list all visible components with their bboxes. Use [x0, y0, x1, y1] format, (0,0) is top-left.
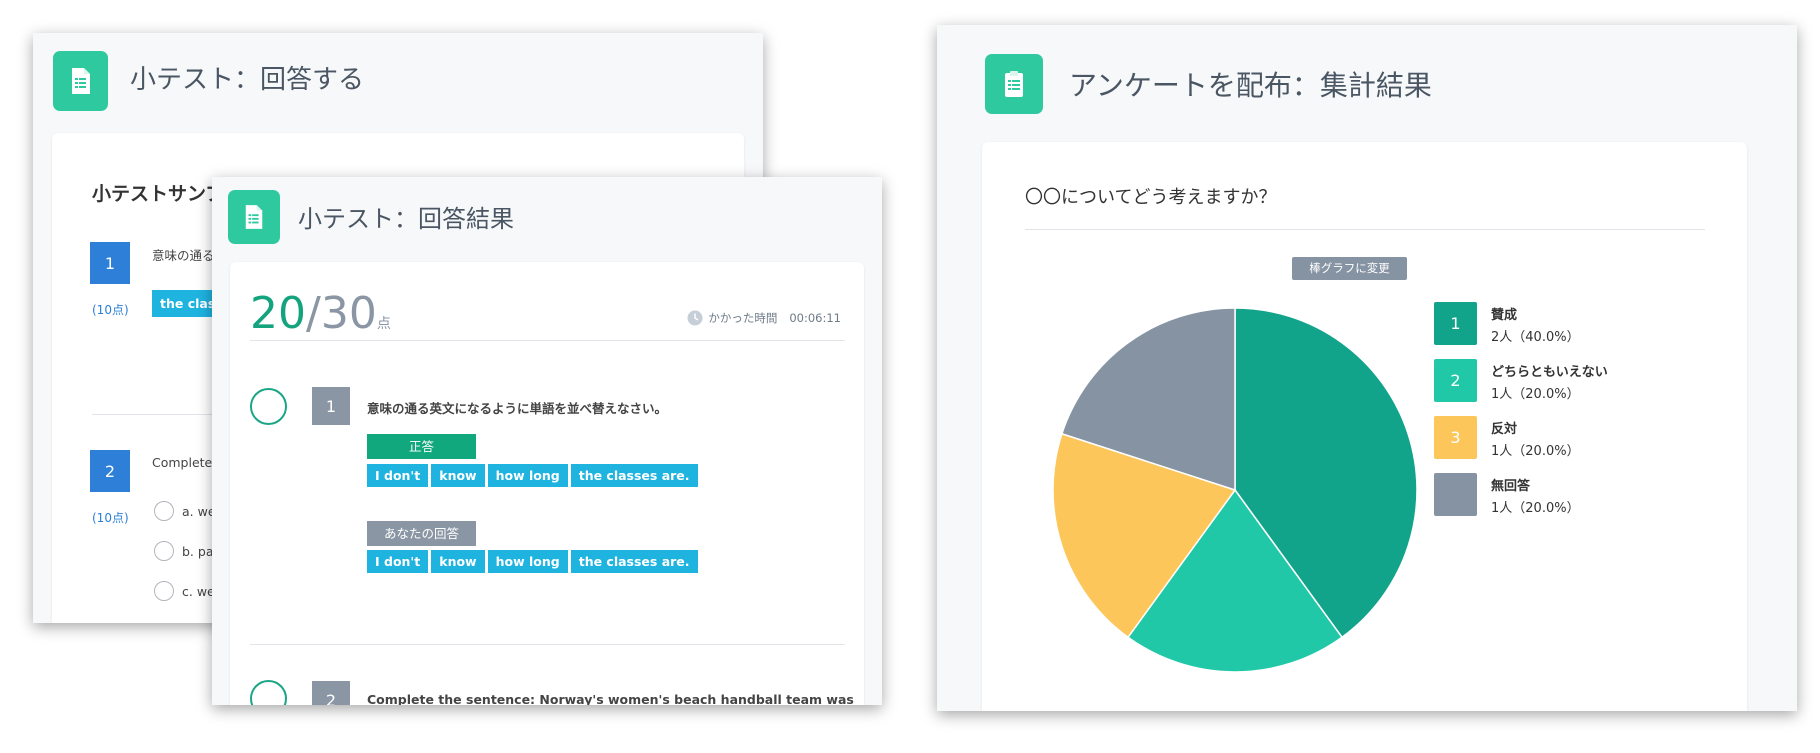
- clipboard-icon: [1005, 71, 1023, 97]
- quiz-app-icon: [53, 51, 108, 111]
- question-number: 1: [90, 242, 130, 284]
- score-unit: 点: [376, 316, 391, 332]
- option-label[interactable]: a. we: [182, 504, 216, 519]
- legend-value: 1人（20.0%）: [1491, 444, 1580, 459]
- legend-swatch: 3: [1434, 416, 1477, 459]
- page-title: アンケートを配布：集計結果: [1069, 69, 1432, 102]
- document-icon: [245, 205, 263, 229]
- survey-app-icon: [985, 54, 1043, 114]
- correct-mark-icon: [250, 680, 287, 705]
- legend-value: 2人（40.0%）: [1491, 330, 1580, 345]
- question-number: 2: [90, 450, 130, 492]
- word-chip: know: [431, 464, 485, 487]
- pie-chart: [1052, 307, 1418, 673]
- question-number: 1: [312, 387, 350, 425]
- legend-label: 賛成: [1491, 308, 1518, 323]
- question-text: Complete the sentence: Norway's women's …: [367, 692, 854, 705]
- divider: [250, 340, 845, 341]
- legend-swatch: 1: [1434, 302, 1477, 345]
- correct-answer-label: 正答: [367, 434, 476, 459]
- question-number: 2: [312, 681, 350, 705]
- correct-answer-chips: I don't know how long the classes are.: [367, 464, 701, 487]
- option-label[interactable]: c. we: [182, 584, 215, 599]
- quiz-result-window: 小テスト：回答結果 20/30点 かかった時間 00:06:11 1 意味の通る…: [212, 177, 882, 705]
- legend-swatch: 2: [1434, 359, 1477, 402]
- question-text: 意味の通る英文になるように単語を並べ替えなさい。: [367, 401, 668, 416]
- score-display: 20/30点: [250, 288, 391, 339]
- legend-label: 反対: [1491, 422, 1518, 437]
- quiz-heading: 小テストサンプ: [92, 183, 225, 205]
- question-text: Complete: [152, 455, 213, 470]
- word-chip: the classes are.: [570, 464, 698, 487]
- survey-question: 〇〇についてどう考えますか？: [1025, 187, 1277, 208]
- word-chip: I don't: [367, 550, 429, 573]
- correct-mark-icon: [250, 388, 287, 425]
- question-points: (10点): [92, 511, 129, 525]
- word-chip: how long: [487, 464, 568, 487]
- your-answer-chips: I don't know how long the classes are.: [367, 550, 701, 573]
- page-title: 小テスト：回答する: [130, 65, 365, 95]
- legend-value: 1人（20.0%）: [1491, 387, 1580, 402]
- elapsed-time: かかった時間 00:06:11: [687, 310, 841, 326]
- legend-swatch: [1434, 473, 1477, 516]
- divider: [250, 644, 845, 645]
- result-card: 20/30点 かかった時間 00:06:11 1 意味の通る英文になるように単語…: [230, 262, 864, 705]
- legend-value: 1人（20.0%）: [1491, 501, 1580, 516]
- toggle-chart-button[interactable]: 棒グラフに変更: [1292, 257, 1407, 280]
- quiz-app-icon: [228, 190, 280, 244]
- your-answer-label: あなたの回答: [367, 521, 476, 546]
- option-label[interactable]: b. pa: [182, 544, 213, 559]
- score-value: 20: [250, 288, 306, 339]
- option-radio[interactable]: [154, 581, 174, 601]
- survey-card: 〇〇についてどう考えますか？ 棒グラフに変更 1 賛成 2人（40.0%） 2 どちらと…: [982, 142, 1747, 711]
- divider: [1025, 229, 1705, 230]
- legend-label: 無回答: [1491, 479, 1531, 494]
- survey-result-window: アンケートを配布：集計結果 〇〇についてどう考えますか？ 棒グラフに変更 1 賛成…: [937, 25, 1797, 711]
- word-chip: the classes are.: [570, 550, 698, 573]
- question-text: 意味の通る: [152, 248, 215, 263]
- clock-icon: [687, 310, 703, 326]
- word-chip: I don't: [367, 464, 429, 487]
- word-chip: know: [431, 550, 485, 573]
- option-radio[interactable]: [154, 501, 174, 521]
- time-label: かかった時間: [708, 311, 778, 325]
- time-value: 00:06:11: [789, 311, 841, 325]
- question-points: (10点): [92, 303, 129, 317]
- word-chip: how long: [487, 550, 568, 573]
- score-total: /30: [306, 288, 377, 339]
- page-title: 小テスト：回答結果: [298, 205, 514, 233]
- option-radio[interactable]: [154, 541, 174, 561]
- document-icon: [71, 68, 90, 94]
- legend-label: どちらともいえない: [1491, 365, 1608, 380]
